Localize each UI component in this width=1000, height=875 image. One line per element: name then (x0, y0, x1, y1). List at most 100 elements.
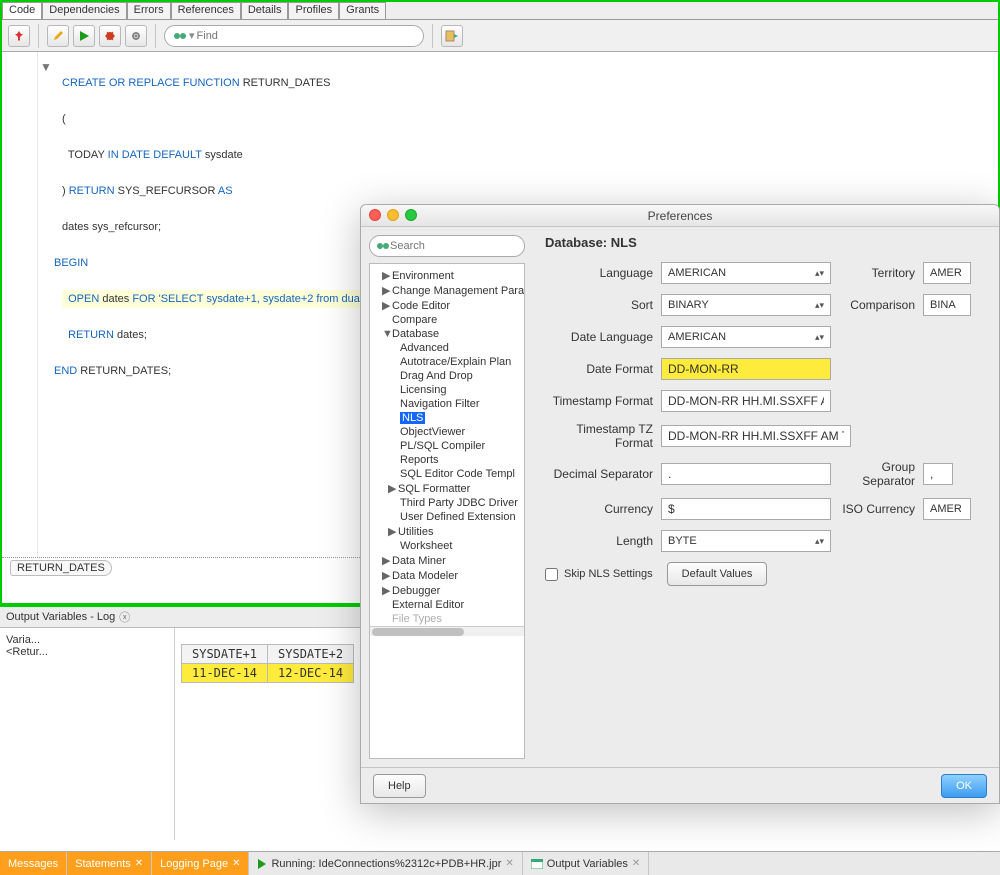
tree-db-nls[interactable]: NLS (370, 411, 525, 425)
length-label: Length (545, 534, 661, 548)
close-icon[interactable] (369, 209, 381, 221)
tree-database[interactable]: ▼Database (370, 327, 525, 341)
length-select[interactable]: BYTE▴▾ (661, 530, 831, 552)
binoculars-icon (376, 239, 390, 253)
tree-db-objviewer[interactable]: ObjectViewer (370, 425, 525, 439)
run-icon (257, 859, 267, 869)
breadcrumb-item[interactable]: RETURN_DATES (10, 560, 112, 576)
tree-db-sqlfmt[interactable]: ▶SQL Formatter (370, 481, 525, 496)
tree-db-plsql[interactable]: PL/SQL Compiler (370, 439, 525, 453)
editor-tabs: Code Dependencies Errors References Deta… (2, 2, 998, 20)
skip-nls-label: Skip NLS Settings (564, 568, 653, 580)
fold-icon[interactable]: ▼ (40, 58, 52, 76)
tree-db-navfilter[interactable]: Navigation Filter (370, 397, 525, 411)
output-variables-list[interactable]: Varia... <Retur... (0, 628, 175, 840)
isocur-select[interactable]: AMER (923, 498, 971, 520)
tree-db-utilities[interactable]: ▶Utilities (370, 524, 525, 539)
tree-db-worksheet[interactable]: Worksheet (370, 539, 525, 553)
datelang-select[interactable]: AMERICAN▴▾ (661, 326, 831, 348)
tree-change-mgmt[interactable]: ▶Change Management Para (370, 283, 525, 298)
close-icon[interactable]: ✕ (232, 858, 240, 869)
find-input[interactable] (197, 30, 415, 42)
skip-nls-checkbox[interactable] (545, 568, 558, 581)
sort-label: Sort (545, 298, 661, 312)
col-header[interactable]: SYSDATE+2 (268, 645, 354, 664)
gear-icon[interactable] (125, 25, 147, 47)
grpsep-input[interactable] (923, 463, 953, 485)
territory-select[interactable]: AMER (923, 262, 971, 284)
binoculars-icon (173, 29, 187, 43)
grpsep-label: Group Separator (831, 460, 923, 488)
editor-toolbar: ▾ (2, 20, 998, 52)
tsfmt-input[interactable] (661, 390, 831, 412)
comparison-select[interactable]: BINA (923, 294, 971, 316)
tree-code-editor[interactable]: ▶Code Editor (370, 298, 525, 313)
tree-compare[interactable]: Compare (370, 313, 525, 327)
close-icon[interactable]: ✕ (632, 858, 640, 869)
decsep-input[interactable] (661, 463, 831, 485)
tree-db-autotrace[interactable]: Autotrace/Explain Plan (370, 355, 525, 369)
tree-db-sqltempl[interactable]: SQL Editor Code Templ (370, 467, 525, 481)
tab-statements[interactable]: Statements✕ (67, 852, 152, 875)
pin-icon[interactable] (8, 25, 30, 47)
tab-references[interactable]: References (171, 2, 241, 19)
pref-tree[interactable]: ▶Environment ▶Change Management Para ▶Co… (369, 263, 525, 759)
run-icon[interactable] (73, 25, 95, 47)
sort-select[interactable]: BINARY▴▾ (661, 294, 831, 316)
debug-icon[interactable] (99, 25, 121, 47)
tree-debugger[interactable]: ▶Debugger (370, 583, 525, 598)
close-icon[interactable]: ⓧ (119, 609, 130, 625)
isocur-label: ISO Currency (831, 502, 923, 516)
table-icon (531, 859, 543, 869)
minimize-icon[interactable] (387, 209, 399, 221)
tree-db-userext[interactable]: User Defined Extension (370, 510, 525, 524)
titlebar[interactable]: Preferences (361, 205, 999, 227)
tab-grants[interactable]: Grants (339, 2, 386, 19)
tab-output-variables[interactable]: Output Variables✕ (523, 852, 650, 875)
find-box[interactable]: ▾ (164, 25, 424, 47)
currency-input[interactable] (661, 498, 831, 520)
tree-ext-editor[interactable]: External Editor (370, 598, 525, 612)
tab-logging[interactable]: Logging Page✕ (152, 852, 249, 875)
tab-errors[interactable]: Errors (127, 2, 171, 19)
tree-environment[interactable]: ▶Environment (370, 268, 525, 283)
datelang-label: Date Language (545, 330, 661, 344)
close-icon[interactable]: ✕ (135, 858, 143, 869)
tree-db-licensing[interactable]: Licensing (370, 383, 525, 397)
datefmt-input[interactable] (661, 358, 831, 380)
tree-data-modeler[interactable]: ▶Data Modeler (370, 568, 525, 583)
tab-profiles[interactable]: Profiles (288, 2, 339, 19)
tree-db-dragdrop[interactable]: Drag And Drop (370, 369, 525, 383)
pref-search[interactable] (369, 235, 525, 257)
table-row[interactable]: 11-DEC-14 12-DEC-14 (182, 664, 354, 683)
tree-db-advanced[interactable]: Advanced (370, 341, 525, 355)
currency-label: Currency (545, 502, 661, 516)
tstzfmt-input[interactable] (661, 425, 851, 447)
help-button[interactable]: Help (373, 774, 426, 798)
tree-data-miner[interactable]: ▶Data Miner (370, 553, 525, 568)
tab-running[interactable]: Running: IdeConnections%2312c+PDB+HR.jpr… (249, 852, 522, 875)
datefmt-label: Date Format (545, 362, 661, 376)
tstzfmt-label: Timestamp TZ Format (545, 422, 661, 450)
col-header[interactable]: SYSDATE+1 (182, 645, 268, 664)
close-icon[interactable]: ✕ (505, 858, 513, 869)
tab-dependencies[interactable]: Dependencies (42, 2, 126, 19)
tree-scrollbar[interactable] (370, 626, 524, 636)
tree-file-types[interactable]: File Types (370, 612, 525, 626)
tab-details[interactable]: Details (241, 2, 289, 19)
ok-button[interactable]: OK (941, 774, 987, 798)
language-select[interactable]: AMERICAN▴▾ (661, 262, 831, 284)
bottom-tabs: Messages Statements✕ Logging Page✕ Runni… (0, 851, 1000, 875)
tree-db-jdbc[interactable]: Third Party JDBC Driver (370, 496, 525, 510)
default-values-button[interactable]: Default Values (667, 562, 768, 586)
wrap-icon[interactable] (441, 25, 463, 47)
tree-db-reports[interactable]: Reports (370, 453, 525, 467)
decsep-label: Decimal Separator (545, 467, 661, 481)
pref-search-input[interactable] (390, 240, 518, 252)
preferences-dialog: Preferences ▶Environment ▶Change Managem… (360, 204, 1000, 804)
list-item[interactable]: <Retur... (6, 646, 168, 658)
tab-code[interactable]: Code (2, 2, 42, 19)
maximize-icon[interactable] (405, 209, 417, 221)
tab-messages[interactable]: Messages (0, 852, 67, 875)
edit-icon[interactable] (47, 25, 69, 47)
